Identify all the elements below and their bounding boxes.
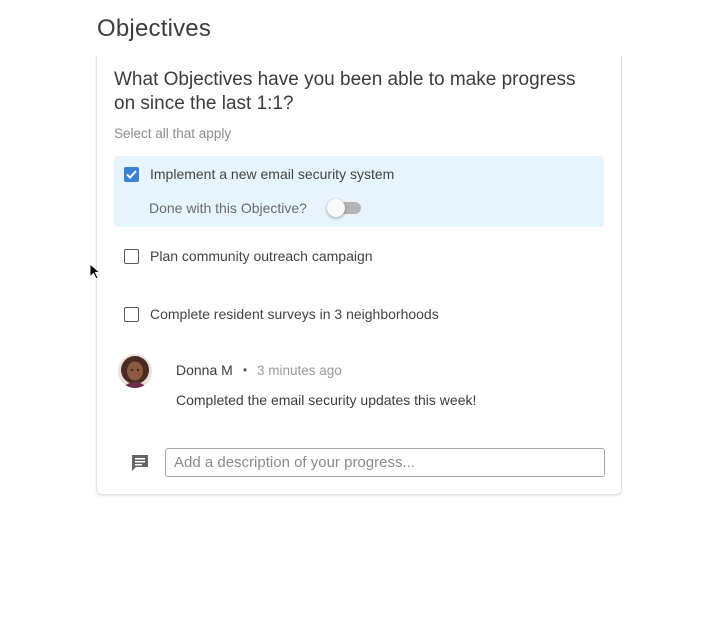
- done-label: Done with this Objective?: [149, 200, 307, 216]
- objective-option-3[interactable]: Complete resident surveys in 3 neighborh…: [114, 294, 604, 334]
- objective-checkbox-1[interactable]: [124, 166, 139, 182]
- mouse-cursor-icon: [89, 263, 101, 280]
- page-title: Objectives: [97, 15, 212, 42]
- objective-option-1[interactable]: Implement a new email security system Do…: [114, 156, 604, 227]
- comment-text: Completed the email security updates thi…: [176, 392, 477, 408]
- comment-author: Donna M: [176, 362, 233, 378]
- done-toggle[interactable]: [326, 198, 363, 218]
- checkmark-icon: [126, 169, 137, 179]
- objectives-card: What Objectives have you been able to ma…: [96, 56, 622, 495]
- comment-meta: Donna M • 3 minutes ago: [176, 362, 342, 378]
- question-hint: Select all that apply: [114, 126, 232, 141]
- avatar: [118, 354, 152, 388]
- add-progress-row: [129, 448, 605, 477]
- question-text: What Objectives have you been able to ma…: [114, 69, 576, 114]
- objective-label-3: Complete resident surveys in 3 neighborh…: [150, 306, 439, 322]
- progress-description-input[interactable]: [165, 448, 605, 477]
- comment-timestamp: 3 minutes ago: [257, 362, 342, 378]
- toggle-thumb: [326, 199, 345, 217]
- objective-checkbox-2[interactable]: [124, 248, 139, 264]
- objective-label-2: Plan community outreach campaign: [150, 248, 373, 264]
- comment-icon: [129, 452, 151, 474]
- objective-label-1: Implement a new email security system: [150, 166, 395, 182]
- comment-separator: •: [242, 363, 248, 377]
- objective-option-2[interactable]: Plan community outreach campaign: [114, 236, 604, 276]
- objective-checkbox-3[interactable]: [124, 306, 139, 322]
